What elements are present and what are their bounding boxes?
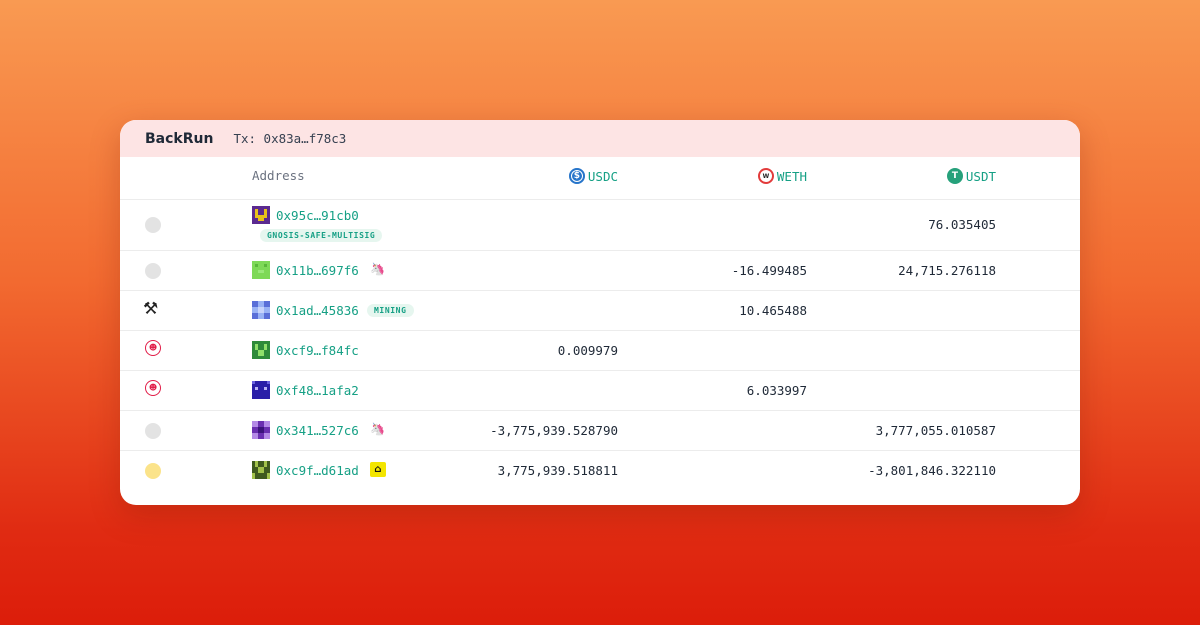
identicon-avatar[interactable] xyxy=(252,381,270,399)
address-link[interactable]: 0x95c…91cb0 xyxy=(276,208,359,223)
usdt-amount: -3,801,846.322110 xyxy=(868,463,996,478)
weth-amount: -16.499485 xyxy=(731,263,807,278)
usdc-icon: $ xyxy=(568,168,585,184)
column-address: Address xyxy=(252,168,305,183)
identicon-avatar[interactable] xyxy=(252,421,270,439)
column-usdc-label: USDC xyxy=(587,168,618,184)
identicon-avatar[interactable] xyxy=(252,261,270,279)
identicon-avatar[interactable] xyxy=(252,341,270,359)
card-header: BackRun Tx: 0x83a…f78c3 xyxy=(120,120,1080,157)
weth-amount: 10.465488 xyxy=(739,303,807,318)
column-weth-label: WETH xyxy=(776,168,807,184)
address-link[interactable]: 0xc9f…d61ad xyxy=(276,463,359,478)
table-row: 0x341…527c6 🦄 -3,775,939.528790 3,777,05… xyxy=(120,410,1080,450)
unicorn-icon[interactable]: 🦄 xyxy=(370,262,385,276)
usdc-amount: -3,775,939.528790 xyxy=(490,423,618,438)
table-row: ☻ 0xcf9…f84fc 0.009979 xyxy=(120,330,1080,370)
tx-hash-link[interactable]: Tx: 0x83a…f78c3 xyxy=(233,131,346,146)
bot-icon: ☻ xyxy=(145,340,161,356)
table-row: 0x11b…697f6 🦄 -16.499485 24,715.276118 xyxy=(120,250,1080,290)
gray-dot-icon xyxy=(145,423,161,439)
label-badge: MINING xyxy=(367,304,414,317)
table-row: 0xc9f…d61ad ⌂ 3,775,939.518811 -3,801,84… xyxy=(120,450,1080,491)
brand-title: BackRun xyxy=(145,130,214,147)
table-header: Address $ USDC W WETH T USDT xyxy=(120,157,1080,199)
curve-logo-icon[interactable]: ⌂ xyxy=(370,462,386,477)
address-link[interactable]: 0x341…527c6 xyxy=(276,423,359,438)
gray-dot-icon xyxy=(145,263,161,279)
usdt-amount: 24,715.276118 xyxy=(898,263,996,278)
address-link[interactable]: 0x11b…697f6 xyxy=(276,263,359,278)
usdt-amount: 3,777,055.010587 xyxy=(875,423,996,438)
address-link[interactable]: 0xf48…1afa2 xyxy=(276,383,359,398)
weth-amount: 6.033997 xyxy=(746,383,807,398)
usdt-icon: T xyxy=(946,168,963,184)
label-badge: GNOSIS-SAFE-MULTISIG xyxy=(260,229,383,242)
hammer-icon: ⚒ xyxy=(143,299,159,319)
column-usdt[interactable]: T USDT xyxy=(946,168,996,184)
bot-icon: ☻ xyxy=(145,380,161,396)
trade-card: BackRun Tx: 0x83a…f78c3 Address $ USDC W… xyxy=(120,120,1080,505)
column-weth[interactable]: W WETH xyxy=(757,168,807,184)
identicon-avatar[interactable] xyxy=(252,206,270,224)
usdc-amount: 3,775,939.518811 xyxy=(497,463,618,478)
address-link[interactable]: 0x1ad…45836 xyxy=(276,303,359,318)
usdt-amount: 76.035405 xyxy=(928,217,996,232)
weth-icon: W xyxy=(757,168,774,184)
table-row: ⚒ 0x1ad…45836 MINING 10.465488 xyxy=(120,290,1080,330)
column-usdc[interactable]: $ USDC xyxy=(568,168,618,184)
identicon-avatar[interactable] xyxy=(252,301,270,319)
table-row: 0x95c…91cb0 GNOSIS-SAFE-MULTISIG 76.0354… xyxy=(120,199,1080,250)
yellow-dot-icon xyxy=(145,463,161,479)
address-link[interactable]: 0xcf9…f84fc xyxy=(276,343,359,358)
identicon-avatar[interactable] xyxy=(252,461,270,479)
usdc-amount: 0.009979 xyxy=(557,343,618,358)
unicorn-icon[interactable]: 🦄 xyxy=(370,422,385,436)
column-usdt-label: USDT xyxy=(965,168,996,184)
gray-dot-icon xyxy=(145,217,161,233)
table-row: ☻ 0xf48…1afa2 6.033997 xyxy=(120,370,1080,410)
